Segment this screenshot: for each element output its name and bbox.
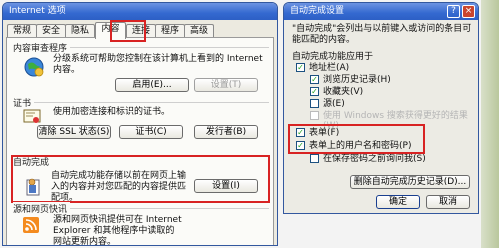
browsing-history-label: 浏览历史记录(H) bbox=[323, 75, 391, 85]
tab-programs[interactable]: 程序 bbox=[155, 24, 185, 38]
content-advisor-group: 内容审查程序 分级系统可帮助您控制在该计算机上看到的 Internet 内容。 … bbox=[13, 41, 269, 95]
background-strip bbox=[481, 0, 499, 248]
ask-before-saving-checkbox[interactable] bbox=[310, 154, 319, 163]
feeds-group: 源和网页快讯 源和网页快讯提供可在 Internet Explorer 和其他程… bbox=[13, 202, 269, 246]
publishers-button[interactable]: 发行者(B) bbox=[194, 125, 258, 139]
content-advisor-description: 分级系统可帮助您控制在该计算机上看到的 Internet 内容。 bbox=[53, 54, 263, 75]
feed-icon bbox=[23, 217, 39, 236]
cancel-button[interactable]: 取消 bbox=[426, 195, 470, 209]
applies-to-heading: 自动完成功能应用于 bbox=[292, 52, 374, 62]
address-bar-checkbox[interactable]: ✓ bbox=[296, 63, 305, 72]
content-advisor-heading: 内容审查程序 bbox=[13, 41, 71, 54]
favorites-label: 收藏夹(V) bbox=[323, 87, 364, 97]
tab-privacy[interactable]: 隐私 bbox=[65, 24, 95, 38]
delete-autocomplete-history-button[interactable]: 删除自动完成历史记录(D)... bbox=[350, 175, 470, 189]
certificates-description: 使用加密连接和标识的证书。 bbox=[53, 107, 171, 117]
close-button[interactable]: × bbox=[462, 5, 475, 18]
content-tab-highlight bbox=[110, 20, 146, 42]
internet-options-window: Internet 选项 常规 安全 隐私 内容 连接 程序 高级 内容审查程序 … bbox=[2, 2, 278, 246]
address-bar-label: 地址栏(A) bbox=[309, 63, 350, 73]
certificates-group: 证书 使用加密连接和标识的证书。 清除 SSL 状态(S) 证书(C) 发行者(… bbox=[13, 96, 269, 144]
forms-options-highlight bbox=[288, 124, 425, 154]
enable-button[interactable]: 启用(E)... bbox=[115, 78, 189, 92]
clear-ssl-state-button[interactable]: 清除 SSL 状态(S) bbox=[37, 125, 111, 139]
tab-advanced[interactable]: 高级 bbox=[184, 24, 214, 38]
feeds-description: 源和网页快讯提供可在 Internet Explorer 和其他程序中读取的网站… bbox=[53, 215, 182, 246]
autocomplete-dialog-description: "自动完成"会列出与以前键入或访问的条目可能匹配的内容。 bbox=[292, 24, 472, 45]
feeds-checkbox[interactable] bbox=[310, 99, 319, 108]
globe-icon bbox=[23, 56, 45, 81]
certificates-heading: 证书 bbox=[13, 96, 35, 109]
content-tab-panel: 内容审查程序 分级系统可帮助您控制在该计算机上看到的 Internet 内容。 … bbox=[6, 37, 274, 246]
internet-options-title: Internet 选项 bbox=[3, 3, 277, 20]
feeds-label: 源(E) bbox=[323, 99, 345, 109]
ask-before-saving-label: 在保存密码之前询问我(S) bbox=[323, 154, 426, 164]
browsing-history-checkbox[interactable]: ✓ bbox=[310, 75, 319, 84]
content-advisor-settings-button[interactable]: 设置(T) bbox=[194, 78, 258, 92]
tab-security[interactable]: 安全 bbox=[36, 24, 66, 38]
certificates-button[interactable]: 证书(C) bbox=[119, 125, 183, 139]
tab-general[interactable]: 常规 bbox=[7, 24, 37, 38]
ok-button[interactable]: 确定 bbox=[376, 195, 420, 209]
favorites-checkbox[interactable]: ✓ bbox=[310, 87, 319, 96]
autocomplete-settings-dialog: 自动完成设置 ? × "自动完成"会列出与以前键入或访问的条目可能匹配的内容。 … bbox=[283, 2, 479, 214]
feeds-heading: 源和网页快讯 bbox=[13, 202, 71, 215]
help-button[interactable]: ? bbox=[447, 5, 460, 18]
autocomplete-highlight bbox=[11, 155, 270, 203]
windows-search-checkbox[interactable] bbox=[310, 111, 319, 120]
